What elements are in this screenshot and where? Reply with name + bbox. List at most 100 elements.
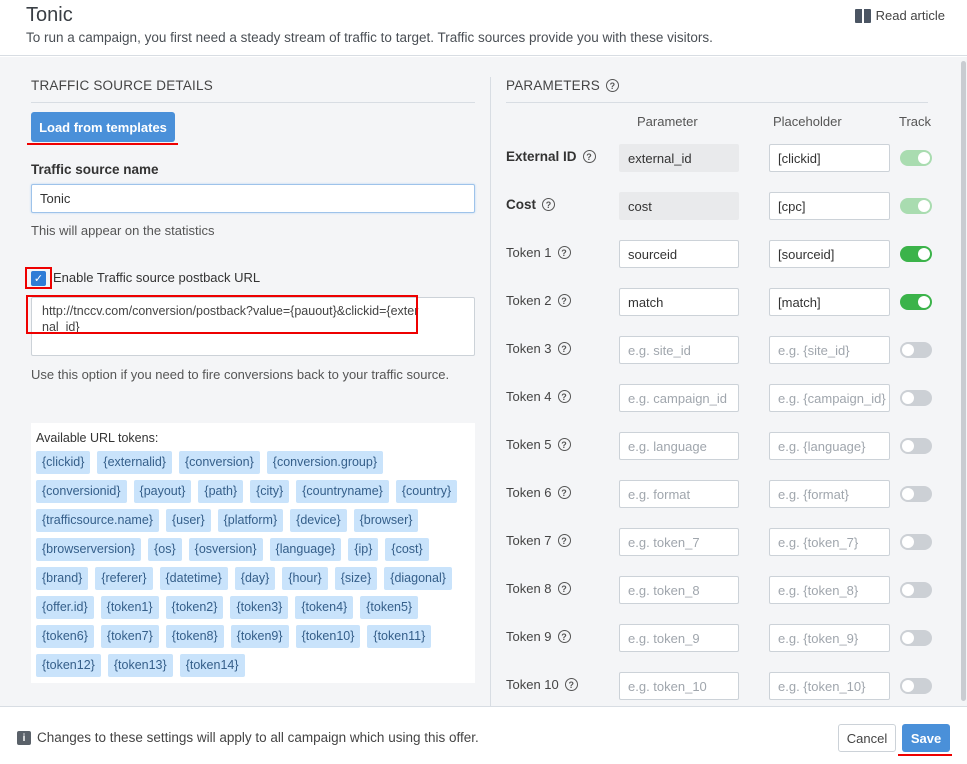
- placeholder-input[interactable]: e.g. {token_9}: [769, 624, 890, 652]
- param-name-input[interactable]: match: [619, 288, 739, 316]
- url-token-tag[interactable]: {trafficsource.name}: [36, 509, 159, 532]
- help-icon[interactable]: ?: [557, 342, 571, 355]
- url-token-tag[interactable]: {countryname}: [296, 480, 389, 503]
- scrollbar[interactable]: [959, 57, 967, 706]
- param-name-input[interactable]: e.g. token_7: [619, 528, 739, 556]
- placeholder-input[interactable]: e.g. {site_id}: [769, 336, 890, 364]
- help-icon[interactable]: ?: [557, 390, 571, 403]
- url-token-tag[interactable]: {country}: [395, 480, 458, 503]
- url-token-tag[interactable]: {os}: [148, 538, 182, 561]
- url-token-tag[interactable]: {device}: [290, 509, 347, 532]
- track-toggle[interactable]: [900, 582, 932, 598]
- placeholder-input[interactable]: e.g. {language}: [769, 432, 890, 460]
- url-token-tag[interactable]: {diagonal}: [384, 567, 452, 590]
- help-icon[interactable]: ?: [557, 534, 571, 547]
- url-token-tag[interactable]: {token1}: [100, 596, 159, 619]
- help-icon[interactable]: ?: [557, 438, 571, 451]
- url-token-tag[interactable]: {token11}: [367, 625, 432, 648]
- track-toggle[interactable]: [900, 294, 932, 310]
- placeholder-input[interactable]: [sourceid]: [769, 240, 890, 268]
- url-token-tag[interactable]: {token3}: [230, 596, 289, 619]
- url-token-tag[interactable]: {token12}: [36, 654, 101, 677]
- postback-checkbox[interactable]: ✓: [31, 271, 46, 286]
- placeholder-input[interactable]: [match]: [769, 288, 890, 316]
- help-icon[interactable]: ?: [542, 198, 555, 211]
- help-icon[interactable]: ?: [557, 246, 571, 259]
- track-toggle[interactable]: [900, 438, 932, 454]
- track-toggle[interactable]: [900, 486, 932, 502]
- url-token-tag[interactable]: {datetime}: [159, 567, 228, 590]
- cancel-button[interactable]: Cancel: [838, 724, 896, 752]
- url-token-tag[interactable]: {path}: [198, 480, 244, 503]
- help-icon[interactable]: ?: [564, 678, 578, 691]
- url-token-tag[interactable]: {token14}: [179, 654, 245, 677]
- track-toggle[interactable]: [900, 678, 932, 694]
- placeholder-input[interactable]: e.g. {format}: [769, 480, 890, 508]
- traffic-source-name-input[interactable]: Tonic: [31, 184, 475, 213]
- param-name-input[interactable]: e.g. format: [619, 480, 739, 508]
- help-icon[interactable]: ?: [557, 486, 571, 499]
- help-icon[interactable]: ?: [606, 79, 620, 92]
- track-toggle[interactable]: [900, 246, 932, 262]
- url-token-tag[interactable]: {token8}: [165, 625, 224, 648]
- postback-checkbox-label[interactable]: Enable Traffic source postback URL: [53, 268, 260, 288]
- param-name-input[interactable]: e.g. token_9: [619, 624, 739, 652]
- placeholder-input[interactable]: e.g. {token_7}: [769, 528, 890, 556]
- url-token-tag[interactable]: {city}: [250, 480, 290, 503]
- param-name-input[interactable]: e.g. token_8: [619, 576, 739, 604]
- param-name-input[interactable]: e.g. site_id: [619, 336, 739, 364]
- track-toggle[interactable]: [900, 390, 932, 406]
- url-token-tag[interactable]: {clickid}: [36, 451, 91, 474]
- url-token-tag[interactable]: {conversion.group}: [266, 451, 384, 474]
- url-token-tag[interactable]: {ip}: [348, 538, 379, 561]
- help-icon[interactable]: ?: [582, 150, 596, 163]
- url-token-tag[interactable]: {size}: [334, 567, 378, 590]
- url-token-tag[interactable]: {externalid}: [97, 451, 172, 474]
- url-token-tag[interactable]: {hour}: [282, 567, 328, 590]
- param-name-input[interactable]: e.g. language: [619, 432, 739, 460]
- track-toggle[interactable]: [900, 150, 932, 166]
- param-name-input[interactable]: e.g. token_10: [619, 672, 739, 700]
- placeholder-input[interactable]: e.g. {campaign_id}: [769, 384, 890, 412]
- url-token-tag[interactable]: {day}: [234, 567, 276, 590]
- url-token-tag[interactable]: {brand}: [36, 567, 89, 590]
- url-token-tag[interactable]: {user}: [165, 509, 211, 532]
- track-toggle[interactable]: [900, 534, 932, 550]
- placeholder-input[interactable]: e.g. {token_10}: [769, 672, 890, 700]
- placeholder-input[interactable]: [clickid]: [769, 144, 890, 172]
- url-token-tag[interactable]: {browser}: [353, 509, 419, 532]
- url-token-tag[interactable]: {conversion}: [178, 451, 260, 474]
- url-token-tag[interactable]: {token7}: [100, 625, 159, 648]
- url-token-tag[interactable]: {token4}: [295, 596, 354, 619]
- track-toggle[interactable]: [900, 198, 932, 214]
- url-token-tag[interactable]: {payout}: [133, 480, 192, 503]
- load-from-templates-button[interactable]: Load from templates: [31, 112, 175, 142]
- help-icon[interactable]: ?: [557, 630, 571, 643]
- settings-body: TRAFFIC SOURCE DETAILS Load from templat…: [0, 57, 967, 706]
- url-token-tag[interactable]: {token13}: [107, 654, 173, 677]
- save-button[interactable]: Save: [902, 724, 950, 752]
- url-token-tag[interactable]: {cost}: [385, 538, 429, 561]
- url-token-tag[interactable]: {browserversion}: [36, 538, 142, 561]
- url-token-tag[interactable]: {token9}: [230, 625, 289, 648]
- track-toggle[interactable]: [900, 342, 932, 358]
- url-token-tag[interactable]: {token10}: [295, 625, 361, 648]
- url-token-tag[interactable]: {referer}: [95, 567, 153, 590]
- read-article-link[interactable]: Read article: [854, 8, 945, 23]
- placeholder-input[interactable]: e.g. {token_8}: [769, 576, 890, 604]
- url-token-tag[interactable]: {conversionid}: [36, 480, 127, 503]
- url-token-tag[interactable]: {language}: [269, 538, 342, 561]
- url-token-tag[interactable]: {offer.id}: [36, 596, 94, 619]
- url-token-tag[interactable]: {platform}: [217, 509, 284, 532]
- help-icon[interactable]: ?: [557, 582, 571, 595]
- url-token-tag[interactable]: {token6}: [36, 625, 94, 648]
- url-token-tag[interactable]: {token5}: [360, 596, 419, 619]
- placeholder-input[interactable]: [cpc]: [769, 192, 890, 220]
- param-name-input[interactable]: e.g. campaign_id: [619, 384, 739, 412]
- url-token-tag[interactable]: {osversion}: [188, 538, 263, 561]
- param-name-input[interactable]: sourceid: [619, 240, 739, 268]
- scrollbar-thumb[interactable]: [961, 61, 966, 701]
- url-token-tag[interactable]: {token2}: [165, 596, 224, 619]
- help-icon[interactable]: ?: [557, 294, 571, 307]
- track-toggle[interactable]: [900, 630, 932, 646]
